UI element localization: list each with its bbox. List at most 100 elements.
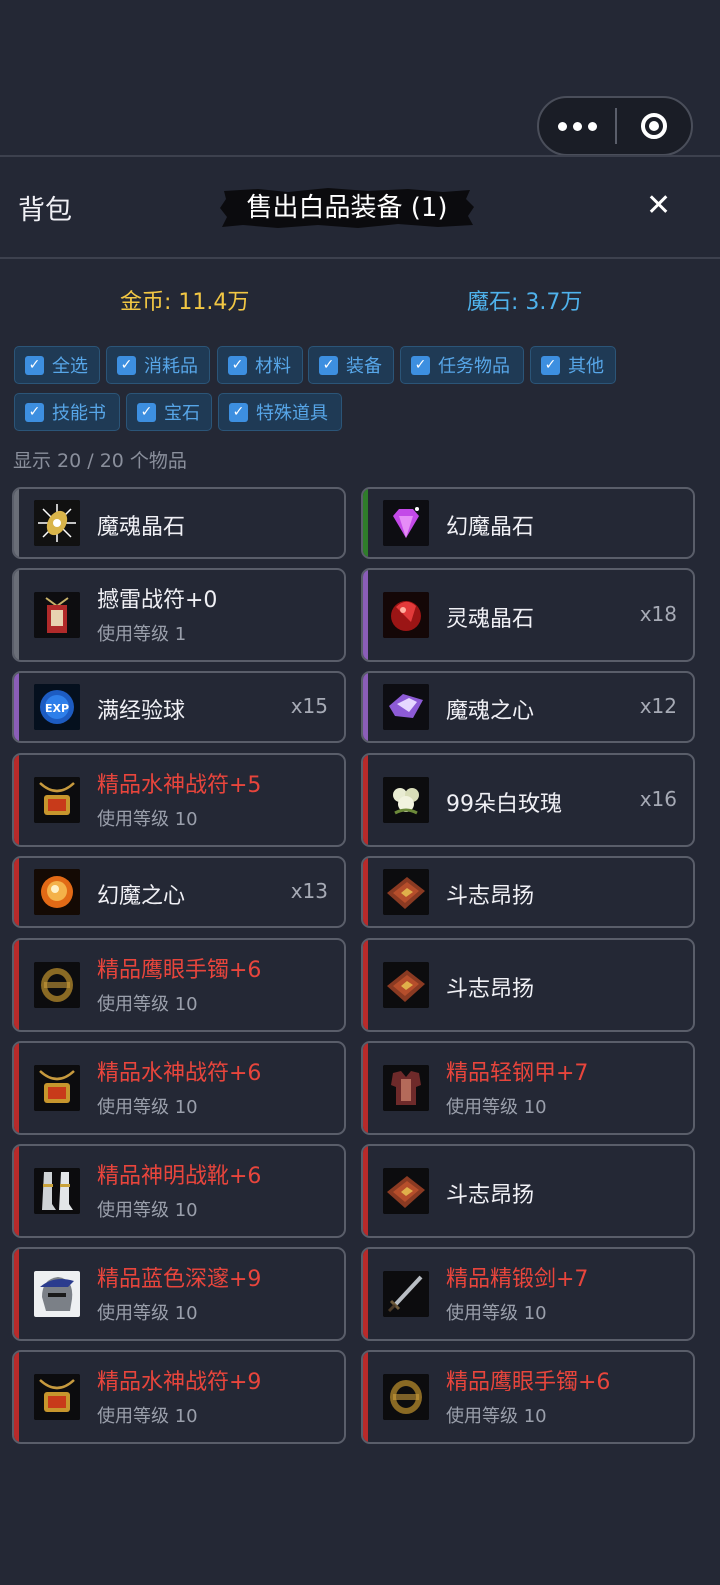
quality-bar (363, 1352, 368, 1442)
item-level-requirement: 使用等级 1 (97, 624, 187, 645)
inventory-item[interactable]: 幻魔晶石 (361, 487, 695, 559)
item-quantity: x13 (290, 879, 328, 903)
inventory-item[interactable]: 精品水神战符+6 使用等级 10 (12, 1041, 346, 1135)
filter-chip[interactable]: ✓ 消耗品 (106, 346, 210, 384)
item-level-requirement: 使用等级 10 (97, 994, 198, 1015)
quality-bar (363, 1146, 368, 1236)
checkbox-icon: ✓ (117, 355, 136, 375)
filter-chip-label: 其他 (568, 356, 604, 377)
helmet-icon (34, 1271, 80, 1317)
close-icon[interactable]: ✕ (646, 190, 671, 222)
inventory-item[interactable]: 精品鹰眼手镯+6 使用等级 10 (12, 938, 346, 1032)
amulet-icon (34, 1374, 80, 1420)
item-level-requirement: 使用等级 10 (97, 809, 198, 830)
checkbox-icon: ✓ (541, 355, 560, 375)
filter-chip-label: 全选 (52, 356, 88, 377)
inventory-item[interactable]: 精品水神战符+5 使用等级 10 (12, 753, 346, 847)
quality-bar (363, 489, 368, 557)
armor-icon (383, 1065, 429, 1111)
item-name: 魔魂晶石 (97, 515, 186, 540)
filter-chip-label: 宝石 (164, 403, 200, 424)
inventory-item[interactable]: 99朵白玫瑰 x16 (361, 753, 695, 847)
quality-bar (14, 755, 19, 845)
inventory-item[interactable]: 精品精锻剑+7 使用等级 10 (361, 1247, 695, 1341)
filter-chip[interactable]: ✓ 任务物品 (400, 346, 524, 384)
filter-chip[interactable]: ✓ 装备 (308, 346, 394, 384)
stone-balance: 魔石: 3.7万 (467, 290, 583, 315)
quality-bar (14, 673, 19, 741)
item-quantity: x12 (639, 694, 677, 718)
inventory-item[interactable]: 魔魂晶石 (12, 487, 346, 559)
sell-button-label: 售出白品装备 (1) (246, 193, 448, 223)
item-name: 幻魔晶石 (446, 515, 535, 540)
quality-bar (363, 570, 368, 660)
purple-gem-icon (383, 500, 429, 546)
inventory-item[interactable]: 幻魔之心 x13 (12, 856, 346, 928)
inventory-item[interactable]: 魔魂之心 x12 (361, 671, 695, 743)
item-name: 斗志昂扬 (446, 884, 535, 909)
inventory-item[interactable]: 斗志昂扬 (361, 938, 695, 1032)
filter-chip[interactable]: ✓ 其他 (530, 346, 616, 384)
item-name: 精品水神战符+5 (97, 773, 262, 798)
soul-crystal-icon (34, 500, 80, 546)
filter-chip-label: 特殊道具 (256, 403, 328, 424)
quality-bar (14, 570, 19, 660)
filter-chip[interactable]: ✓ 宝石 (126, 393, 212, 431)
filter-chip-label: 技能书 (52, 403, 106, 424)
sell-white-equipment-button[interactable]: 售出白品装备 (1) (218, 187, 476, 229)
quality-bar (363, 1043, 368, 1133)
inventory-item[interactable]: 精品神明战靴+6 使用等级 10 (12, 1144, 346, 1238)
item-name: 精品鹰眼手镯+6 (446, 1370, 611, 1395)
fire-orb-icon (34, 869, 80, 915)
gold-balance: 金币: 11.4万 (120, 290, 250, 315)
svg-text:EXP: EXP (45, 702, 69, 715)
skill-book-icon (383, 869, 429, 915)
item-quantity: x16 (639, 787, 677, 811)
item-level-requirement: 使用等级 10 (446, 1097, 547, 1118)
close-miniprogram-button[interactable] (617, 113, 691, 139)
page-title: 背包 (18, 195, 72, 226)
inventory-item[interactable]: 精品轻钢甲+7 使用等级 10 (361, 1041, 695, 1135)
quality-bar (14, 489, 19, 557)
inventory-item[interactable]: 斗志昂扬 (361, 856, 695, 928)
checkbox-icon: ✓ (319, 355, 338, 375)
quality-bar (14, 1352, 19, 1442)
red-crystal-icon (383, 592, 429, 638)
inventory-item[interactable]: 精品鹰眼手镯+6 使用等级 10 (361, 1350, 695, 1444)
war-talisman-icon (34, 592, 80, 638)
dot-icon (572, 121, 582, 131)
item-name: 灵魂晶石 (446, 607, 535, 632)
item-name: 精品鹰眼手镯+6 (97, 958, 262, 983)
filter-chip[interactable]: ✓ 特殊道具 (218, 393, 342, 431)
item-name: 满经验球 (97, 699, 186, 724)
item-level-requirement: 使用等级 10 (97, 1406, 198, 1427)
item-level-requirement: 使用等级 10 (446, 1406, 547, 1427)
inventory-item[interactable]: 精品水神战符+9 使用等级 10 (12, 1350, 346, 1444)
quality-bar (14, 1249, 19, 1339)
more-options-button[interactable] (539, 98, 615, 154)
inventory-item[interactable]: 灵魂晶石 x18 (361, 568, 695, 662)
filter-chip[interactable]: ✓ 材料 (217, 346, 303, 384)
item-count: 显示 20 / 20 个物品 (13, 450, 187, 472)
item-level-requirement: 使用等级 10 (97, 1303, 198, 1324)
item-name: 斗志昂扬 (446, 977, 535, 1002)
dot-icon (557, 121, 567, 131)
inventory-item[interactable]: 撼雷战符+0 使用等级 1 (12, 568, 346, 662)
item-quantity: x18 (639, 602, 677, 626)
bracelet-icon (34, 962, 80, 1008)
purple-crystal-icon (383, 684, 429, 730)
target-icon (641, 113, 667, 139)
inventory-item[interactable]: EXP 满经验球 x15 (12, 671, 346, 743)
inventory-item[interactable]: 斗志昂扬 (361, 1144, 695, 1238)
item-name: 魔魂之心 (446, 699, 535, 724)
checkbox-icon: ✓ (411, 355, 430, 375)
inventory-item[interactable]: 精品蓝色深邃+9 使用等级 10 (12, 1247, 346, 1341)
item-name: 精品水神战符+9 (97, 1370, 262, 1395)
dot-icon (587, 121, 597, 131)
header-divider-bottom (0, 257, 720, 259)
item-name: 斗志昂扬 (446, 1183, 535, 1208)
item-quantity: x15 (290, 694, 328, 718)
quality-bar (363, 755, 368, 845)
filter-chip[interactable]: ✓ 技能书 (14, 393, 120, 431)
filter-chip[interactable]: ✓ 全选 (14, 346, 100, 384)
